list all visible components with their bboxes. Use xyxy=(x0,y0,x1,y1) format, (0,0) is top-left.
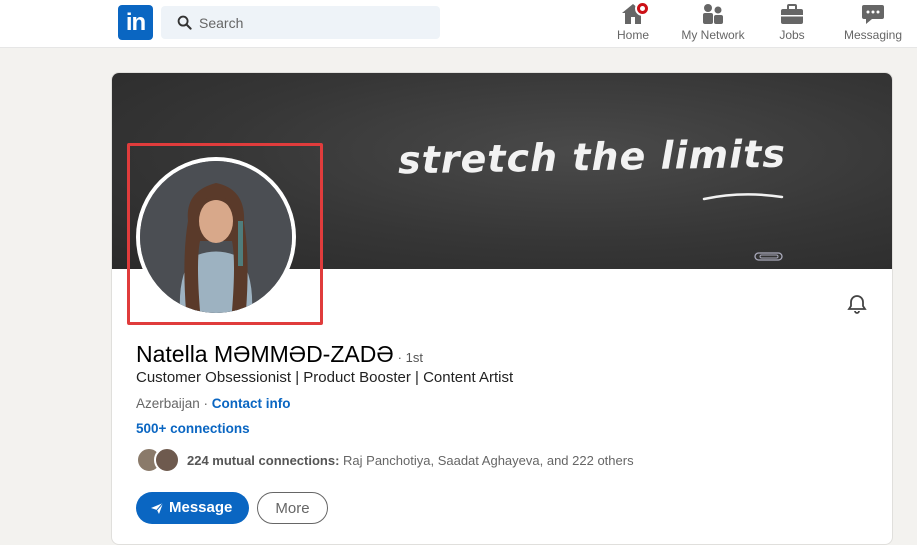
home-icon xyxy=(620,1,650,26)
search-box[interactable] xyxy=(161,6,440,39)
connection-degree: · 1st xyxy=(397,350,423,365)
chat-icon xyxy=(860,2,886,26)
location: Azerbaijan xyxy=(136,396,200,411)
briefcase-icon xyxy=(779,2,805,26)
nav-my-network[interactable]: My Network xyxy=(676,0,750,48)
nav-messaging-label: Messaging xyxy=(843,28,903,42)
nav-home-label: Home xyxy=(616,28,649,42)
message-button[interactable]: Message xyxy=(136,492,249,524)
profile-headline: Customer Obsessionist | Product Booster … xyxy=(136,369,514,386)
nav-messaging[interactable]: Messaging xyxy=(840,0,906,48)
more-button[interactable]: More xyxy=(257,492,328,524)
mutual-count: 224 mutual connections: xyxy=(187,453,340,468)
name-text: Natella MƏMMƏD-ZADƏ xyxy=(136,341,394,367)
avatar xyxy=(154,447,180,473)
location-line: Azerbaijan · Contact info xyxy=(136,396,291,411)
location-separator: · xyxy=(199,396,212,411)
bell-icon[interactable] xyxy=(846,293,868,315)
linkedin-logo[interactable]: in xyxy=(118,5,153,40)
message-button-label: Message xyxy=(169,499,233,516)
paperclip-icon xyxy=(754,252,783,261)
mutual-connections-text: 224 mutual connections: Raj Panchotiya, … xyxy=(187,453,634,468)
send-icon xyxy=(151,502,164,514)
chalk-stroke-icon xyxy=(702,193,784,201)
connections-link[interactable]: 500+ connections xyxy=(136,421,250,436)
mutual-names: Raj Panchotiya, Saadat Aghayeva, and 222… xyxy=(339,453,634,468)
notification-badge xyxy=(635,1,650,16)
search-input[interactable] xyxy=(199,6,429,39)
highlight-box xyxy=(127,143,323,325)
profile-name: Natella MƏMMƏD-ZADƏ · 1st xyxy=(136,341,423,368)
top-nav: in Home My Network Jobs Messaging xyxy=(0,0,917,48)
nav-home[interactable]: Home xyxy=(606,0,660,48)
nav-my-network-label: My Network xyxy=(681,28,745,42)
nav-jobs-label: Jobs xyxy=(779,28,805,42)
search-icon xyxy=(177,15,192,30)
my-network-icon xyxy=(700,2,726,26)
banner-text: stretch the limits xyxy=(397,131,787,183)
mutual-avatars xyxy=(136,447,182,475)
profile-card: stretch the limits Natella MƏMMƏD-ZADƏ · … xyxy=(111,72,893,545)
contact-info-link[interactable]: Contact info xyxy=(212,396,291,411)
nav-jobs[interactable]: Jobs xyxy=(768,0,816,48)
